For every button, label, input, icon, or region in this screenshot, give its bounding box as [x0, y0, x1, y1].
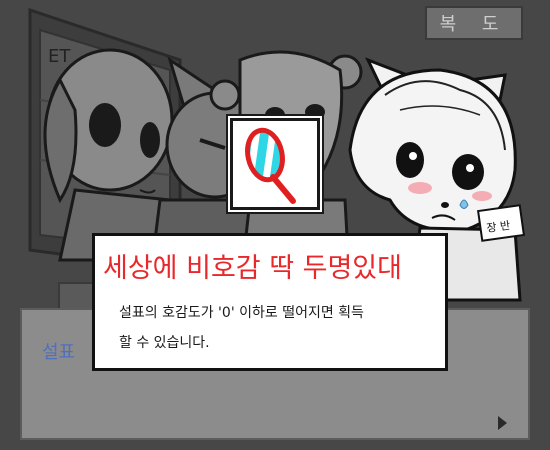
achievement-description-line1: 설표의 호감도가 '0' 이하로 떨어지면 획득 [119, 305, 364, 321]
next-arrow-icon[interactable] [498, 416, 507, 430]
achievement-popup[interactable]: 세상에 비호감 딱 두명있대 설표의 호감도가 '0' 이하로 떨어지면 획득 … [92, 233, 448, 371]
achievement-title: 세상에 비호감 딱 두명있대 [103, 253, 402, 284]
dialog-speaker-name: 설표 [42, 342, 76, 363]
achievement-description-line2: 할 수 있습니다. [119, 335, 210, 351]
magnifier-icon [243, 127, 296, 204]
achievement-icon-frame [230, 118, 320, 210]
location-label: 복 도 [425, 6, 523, 40]
board-sign-text: ET [48, 46, 71, 67]
achievement-description: 설표의 호감도가 '0' 이하로 떨어지면 획득 할 수 있습니다. [119, 298, 439, 358]
